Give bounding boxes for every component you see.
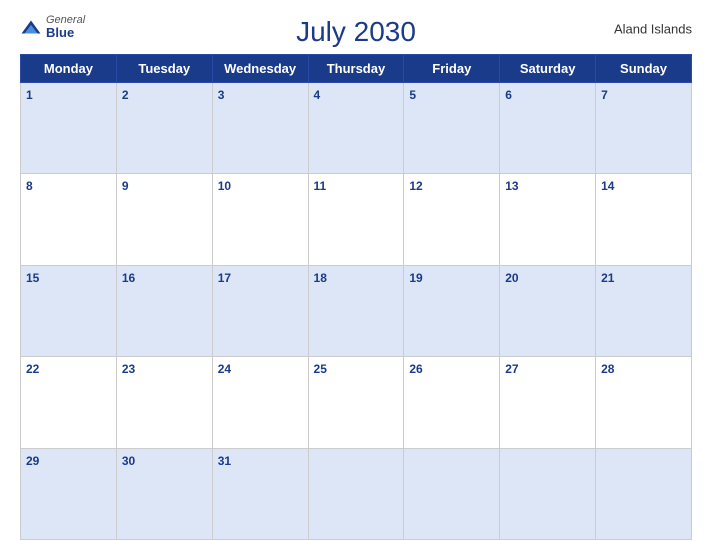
date-number: 23 [122,362,135,376]
day-cell-31: 31 [212,448,308,539]
day-cell-26: 26 [404,357,500,448]
day-cell-13: 13 [500,174,596,265]
date-number: 16 [122,271,135,285]
day-cell-11: 11 [308,174,404,265]
weekday-friday: Friday [404,55,500,83]
day-cell-19: 19 [404,265,500,356]
date-number: 15 [26,271,39,285]
day-cell-15: 15 [21,265,117,356]
date-number: 30 [122,454,135,468]
day-cell-22: 22 [21,357,117,448]
date-number: 29 [26,454,39,468]
day-cell-10: 10 [212,174,308,265]
day-cell-17: 17 [212,265,308,356]
empty-day-cell [500,448,596,539]
date-number: 18 [314,271,327,285]
date-number: 19 [409,271,422,285]
date-number: 25 [314,362,327,376]
date-number: 5 [409,88,416,102]
logo: General Blue [20,14,85,40]
date-number: 22 [26,362,39,376]
day-cell-1: 1 [21,83,117,174]
day-cell-20: 20 [500,265,596,356]
empty-day-cell [596,448,692,539]
date-number: 21 [601,271,614,285]
date-number: 8 [26,179,33,193]
weekday-thursday: Thursday [308,55,404,83]
week-row-2: 8 9 10 11 12 13 14 [21,174,692,265]
week-row-5: 29 30 31 [21,448,692,539]
week-row-4: 22 23 24 25 26 27 28 [21,357,692,448]
date-number: 2 [122,88,129,102]
day-cell-2: 2 [116,83,212,174]
weekday-header-row: MondayTuesdayWednesdayThursdayFridaySatu… [21,55,692,83]
day-cell-4: 4 [308,83,404,174]
date-number: 17 [218,271,231,285]
date-number: 7 [601,88,608,102]
logo-blue: Blue [46,26,85,40]
date-number: 12 [409,179,422,193]
date-number: 3 [218,88,225,102]
day-cell-16: 16 [116,265,212,356]
weekday-wednesday: Wednesday [212,55,308,83]
day-cell-27: 27 [500,357,596,448]
week-row-1: 1 2 3 4 5 6 7 [21,83,692,174]
weekday-monday: Monday [21,55,117,83]
empty-day-cell [404,448,500,539]
day-cell-30: 30 [116,448,212,539]
day-cell-25: 25 [308,357,404,448]
weekday-tuesday: Tuesday [116,55,212,83]
day-cell-9: 9 [116,174,212,265]
logo-icon [20,19,42,35]
calendar-title: July 2030 [296,16,416,48]
region-label: Aland Islands [614,22,692,37]
day-cell-18: 18 [308,265,404,356]
weekday-sunday: Sunday [596,55,692,83]
day-cell-21: 21 [596,265,692,356]
date-number: 27 [505,362,518,376]
week-row-3: 15 16 17 18 19 20 21 [21,265,692,356]
date-number: 24 [218,362,231,376]
day-cell-29: 29 [21,448,117,539]
day-cell-5: 5 [404,83,500,174]
day-cell-6: 6 [500,83,596,174]
day-cell-3: 3 [212,83,308,174]
day-cell-28: 28 [596,357,692,448]
date-number: 20 [505,271,518,285]
empty-day-cell [308,448,404,539]
day-cell-8: 8 [21,174,117,265]
calendar-table: MondayTuesdayWednesdayThursdayFridaySatu… [20,54,692,540]
date-number: 4 [314,88,321,102]
date-number: 13 [505,179,518,193]
day-cell-14: 14 [596,174,692,265]
date-number: 10 [218,179,231,193]
date-number: 26 [409,362,422,376]
calendar-header: General Blue July 2030 Aland Islands [20,10,692,48]
day-cell-7: 7 [596,83,692,174]
date-number: 1 [26,88,33,102]
date-number: 28 [601,362,614,376]
date-number: 9 [122,179,129,193]
day-cell-12: 12 [404,174,500,265]
day-cell-24: 24 [212,357,308,448]
day-cell-23: 23 [116,357,212,448]
date-number: 6 [505,88,512,102]
date-number: 11 [314,179,327,193]
date-number: 31 [218,454,231,468]
date-number: 14 [601,179,614,193]
weekday-saturday: Saturday [500,55,596,83]
